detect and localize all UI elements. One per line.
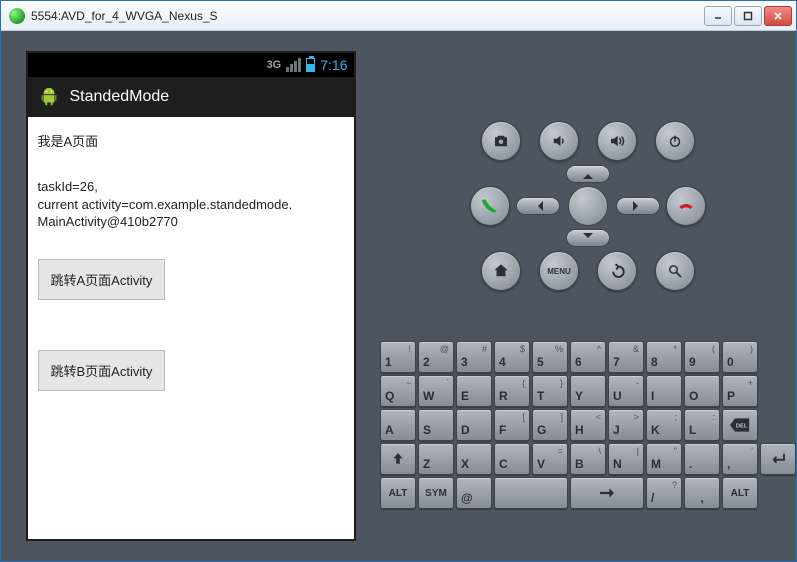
dpad-right-button[interactable] [616, 197, 660, 215]
key-e[interactable]: E [456, 375, 492, 407]
task-info: taskId=26, current activity=com.example.… [38, 178, 344, 231]
page-label: 我是A页面 [38, 131, 344, 150]
hardware-buttons: MENU [470, 121, 706, 291]
key-enter[interactable] [760, 443, 796, 475]
key-shift[interactable] [380, 443, 416, 475]
back-button[interactable] [597, 251, 637, 291]
svg-text:DEL: DEL [736, 424, 748, 430]
key-s[interactable]: S [418, 409, 454, 441]
volume-up-button[interactable] [597, 121, 637, 161]
key-3[interactable]: 3# [456, 341, 492, 373]
window-title: 5554:AVD_for_4_WVGA_Nexus_S [31, 9, 704, 23]
key-b[interactable]: B\ [570, 443, 606, 475]
key-2[interactable]: 2@ [418, 341, 454, 373]
key-alt-right[interactable]: ALT [722, 477, 758, 509]
goto-a-button[interactable]: 跳转A页面Activity [38, 259, 166, 300]
key-del[interactable]: DEL [722, 409, 758, 441]
key-k[interactable]: K; [646, 409, 682, 441]
key-c[interactable]: C [494, 443, 530, 475]
signal-icon [286, 58, 301, 72]
key-j[interactable]: J> [608, 409, 644, 441]
close-button[interactable] [764, 6, 792, 26]
key-r[interactable]: R{ [494, 375, 530, 407]
clock: 7:16 [320, 57, 347, 73]
key-,[interactable]: , [684, 477, 720, 509]
camera-button[interactable] [481, 121, 521, 161]
info-line-3: MainActivity@410b2770 [38, 213, 344, 231]
key-1[interactable]: 1! [380, 341, 416, 373]
emulator-icon [9, 8, 25, 24]
key-l[interactable]: L: [684, 409, 720, 441]
key-a[interactable]: A [380, 409, 416, 441]
key-space[interactable] [494, 477, 568, 509]
info-line-2: current activity=com.example.standedmode… [38, 196, 344, 214]
key-n[interactable]: N| [608, 443, 644, 475]
key-q[interactable]: Q~ [380, 375, 416, 407]
volume-down-button[interactable] [539, 121, 579, 161]
emulator-window: 5554:AVD_for_4_WVGA_Nexus_S 3G 7:16 [0, 0, 797, 562]
key-t[interactable]: T} [532, 375, 568, 407]
maximize-button[interactable] [734, 6, 762, 26]
key-.[interactable]: . [684, 443, 720, 475]
key-0[interactable]: 0) [722, 341, 758, 373]
key-u[interactable]: U- [608, 375, 644, 407]
key-z[interactable]: Z [418, 443, 454, 475]
key-alt-left[interactable]: ALT [380, 477, 416, 509]
key-d[interactable]: D [456, 409, 492, 441]
window-body: 3G 7:16 StandedMode 我是A页面 taskId=26, [1, 31, 796, 561]
dpad [528, 171, 648, 241]
key-w[interactable]: W` [418, 375, 454, 407]
dpad-up-button[interactable] [566, 165, 610, 183]
controls-panel: MENU 1!2@3#4$5%6^7&8*9(0) Q~W`ER{T}YU-IO… [380, 31, 796, 561]
search-button[interactable] [655, 251, 695, 291]
key-6[interactable]: 6^ [570, 341, 606, 373]
key-4[interactable]: 4$ [494, 341, 530, 373]
network-icon: 3G [267, 59, 282, 71]
keyboard: 1!2@3#4$5%6^7&8*9(0) Q~W`ER{T}YU-IOP+ AS… [380, 341, 796, 509]
key-right-arrow[interactable] [570, 477, 644, 509]
window-controls [704, 6, 792, 26]
android-icon [38, 86, 60, 108]
key-o[interactable]: O [684, 375, 720, 407]
device-screen: 3G 7:16 StandedMode 我是A页面 taskId=26, [26, 51, 356, 541]
device-screen-panel: 3G 7:16 StandedMode 我是A页面 taskId=26, [1, 31, 380, 561]
end-call-button[interactable] [666, 186, 706, 226]
dpad-center-button[interactable] [568, 186, 608, 226]
info-line-1: taskId=26, [38, 178, 344, 196]
key-8[interactable]: 8* [646, 341, 682, 373]
menu-button[interactable]: MENU [539, 251, 579, 291]
key-7[interactable]: 7& [608, 341, 644, 373]
key-p[interactable]: P+ [722, 375, 758, 407]
key-9[interactable]: 9( [684, 341, 720, 373]
status-bar: 3G 7:16 [28, 53, 354, 77]
key-/[interactable]: /? [646, 477, 682, 509]
minimize-button[interactable] [704, 6, 732, 26]
action-bar: StandedMode [28, 77, 354, 117]
key-g[interactable]: G] [532, 409, 568, 441]
key-x[interactable]: X [456, 443, 492, 475]
key-sym[interactable]: SYM [418, 477, 454, 509]
key-f[interactable]: F[ [494, 409, 530, 441]
dpad-left-button[interactable] [516, 197, 560, 215]
call-button[interactable] [470, 186, 510, 226]
key-m[interactable]: M" [646, 443, 682, 475]
action-bar-title: StandedMode [70, 88, 170, 106]
key-h[interactable]: H< [570, 409, 606, 441]
key-,[interactable]: ,' [722, 443, 758, 475]
key-v[interactable]: V= [532, 443, 568, 475]
dpad-down-button[interactable] [566, 229, 610, 247]
key-y[interactable]: Y [570, 375, 606, 407]
key-i[interactable]: I [646, 375, 682, 407]
key-5[interactable]: 5% [532, 341, 568, 373]
title-bar: 5554:AVD_for_4_WVGA_Nexus_S [1, 1, 796, 31]
activity-content: 我是A页面 taskId=26, current activity=com.ex… [28, 117, 354, 539]
menu-label: MENU [547, 267, 571, 276]
home-button[interactable] [481, 251, 521, 291]
battery-icon [306, 58, 315, 72]
power-button[interactable] [655, 121, 695, 161]
key-@[interactable]: @ [456, 477, 492, 509]
goto-b-button[interactable]: 跳转B页面Activity [38, 350, 166, 391]
